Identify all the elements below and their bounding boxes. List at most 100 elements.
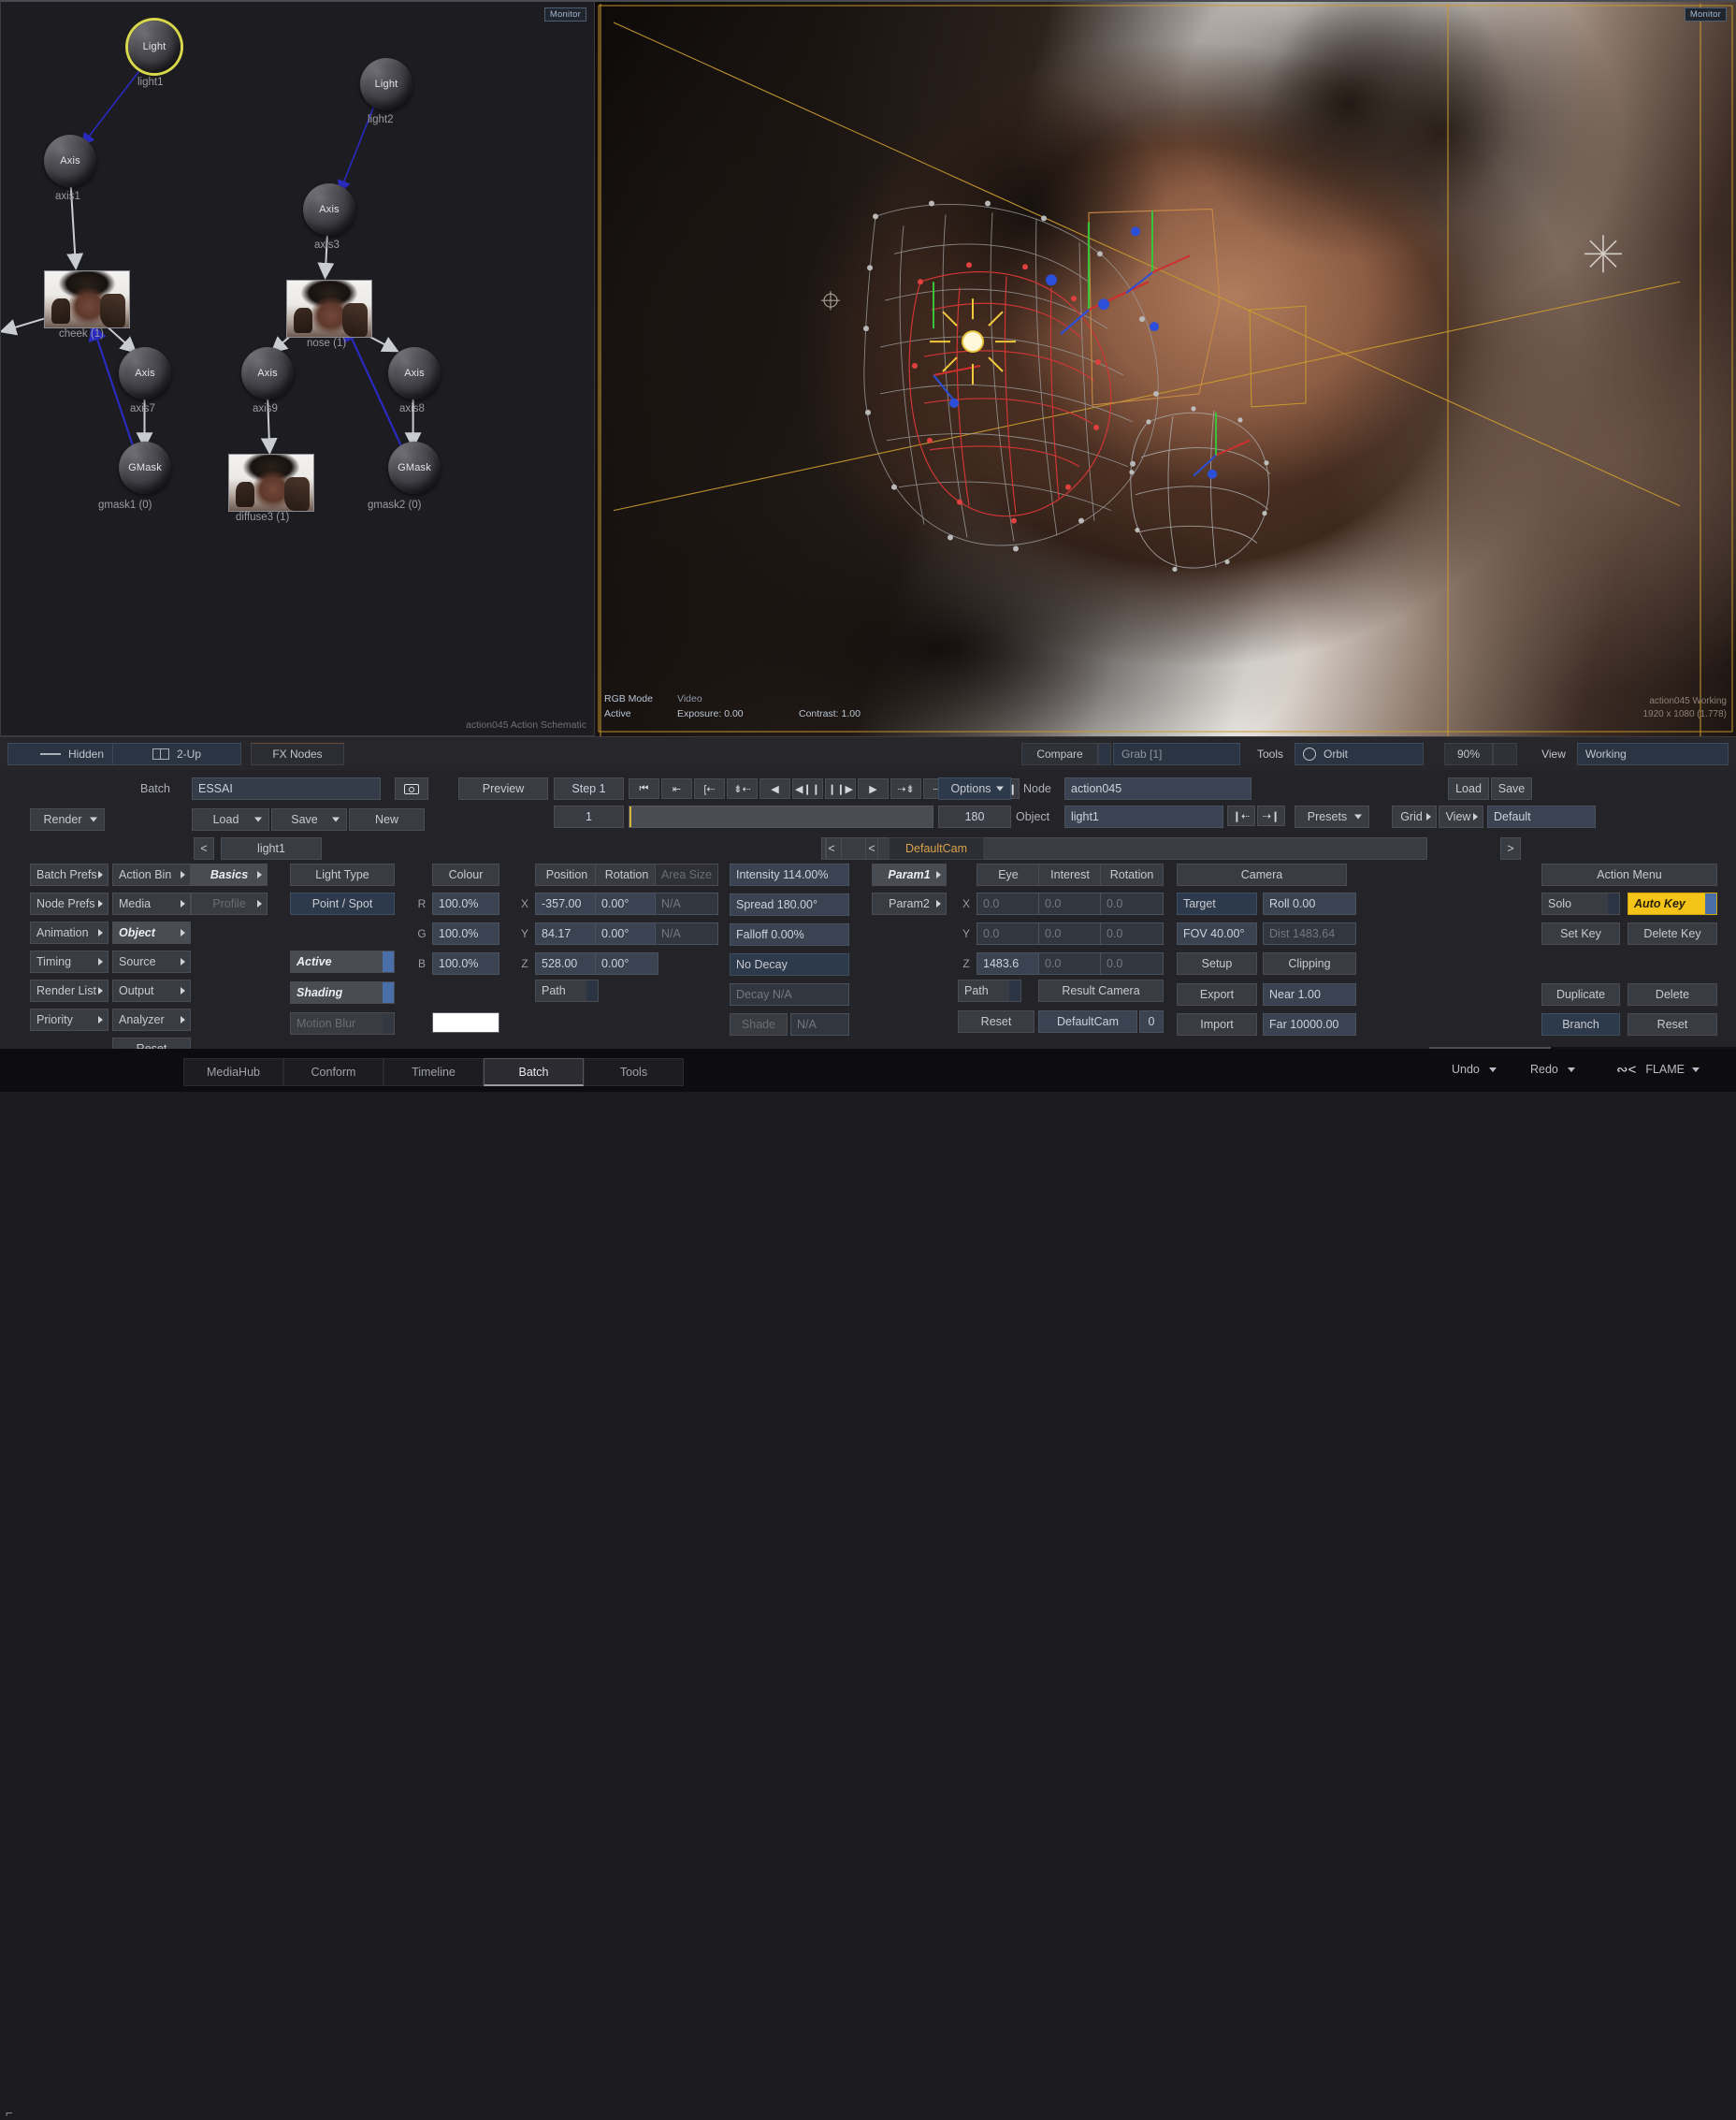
tab-media[interactable]: Media [112, 893, 191, 915]
camera-eye-y[interactable]: 0.0 [976, 922, 1040, 945]
light-position-z[interactable]: 528.00 [535, 952, 599, 975]
prev-object-arrow[interactable]: < [194, 837, 214, 860]
tab-render-list[interactable]: Render List [30, 980, 108, 1002]
light-rotation-x[interactable]: 0.00° [595, 893, 658, 915]
target-button[interactable]: Target [1177, 893, 1257, 915]
tab-analyzer[interactable]: Analyzer [112, 1009, 191, 1031]
snapshot-button[interactable] [395, 777, 428, 800]
auto-key-switch[interactable] [1705, 893, 1716, 914]
defaultcam-field[interactable]: DefaultCam [1038, 1010, 1137, 1033]
camera-next-button[interactable]: > [1500, 837, 1521, 860]
result-camera-button[interactable]: Result Camera [1038, 980, 1164, 1002]
module-tab-mediahub[interactable]: MediaHub [183, 1058, 283, 1086]
defaultcam-tab[interactable]: DefaultCam [889, 837, 984, 860]
motion-blur-toggle[interactable]: Motion Blur [290, 1012, 395, 1035]
camera-interest-x[interactable]: 0.0 [1038, 893, 1102, 915]
transport-button-6[interactable]: ❙❙▶ [825, 778, 856, 799]
solo-toggle[interactable]: Solo [1541, 893, 1620, 915]
tab-node-prefs[interactable]: Node Prefs [30, 893, 108, 915]
timeline-scrubber[interactable] [629, 806, 933, 828]
branch-button[interactable]: Branch [1541, 1013, 1620, 1036]
auto-key-toggle[interactable]: Auto Key [1628, 893, 1717, 915]
export-button[interactable]: Export [1177, 983, 1257, 1006]
colour-channel-field-R[interactable]: 100.0% [432, 893, 499, 915]
colour-channel-field-B[interactable]: 100.0% [432, 952, 499, 975]
node-axis1[interactable]: Axis axis1 [44, 135, 96, 187]
schematic-monitor-badge[interactable]: Monitor [544, 7, 586, 22]
camera-eye-z[interactable]: 1483.6 [976, 952, 1040, 975]
light-type-value[interactable]: Point / Spot [290, 893, 395, 915]
two-up-button[interactable]: 2-Up [112, 743, 241, 765]
colour-channel-field-G[interactable]: 100.0% [432, 922, 499, 945]
zoom-dropdown[interactable] [1493, 743, 1517, 765]
transport-options-button[interactable]: Options [938, 777, 1011, 800]
spread-field[interactable]: Spread 180.00° [730, 893, 849, 916]
intensity-field[interactable]: Intensity 114.00% [730, 864, 849, 886]
orbit-tool-button[interactable]: Orbit [1295, 743, 1424, 765]
zoom-field[interactable]: 90% [1444, 743, 1493, 765]
object-name-field[interactable]: light1 [1064, 806, 1223, 828]
transport-button-4[interactable]: ◀ [760, 778, 790, 799]
transport-button-1[interactable]: ⇤ [661, 778, 692, 799]
camera-eye-x[interactable]: 0.0 [976, 893, 1040, 915]
shading-switch[interactable] [383, 982, 394, 1003]
view-menu-button[interactable]: View [1439, 806, 1483, 828]
tab-timing[interactable]: Timing [30, 951, 108, 973]
far-field[interactable]: Far 10000.00 [1263, 1013, 1356, 1036]
colour-swatch[interactable] [432, 1012, 499, 1033]
near-field[interactable]: Near 1.00 [1263, 983, 1356, 1006]
camera-interest-z[interactable]: 0.0 [1038, 952, 1102, 975]
node-light2[interactable]: Light light2 [360, 58, 412, 110]
clipping-button[interactable]: Clipping [1263, 952, 1356, 975]
node-save-button[interactable]: Save [1491, 777, 1532, 800]
motion-blur-switch[interactable] [383, 1013, 394, 1034]
module-tab-tools[interactable]: Tools [584, 1058, 684, 1086]
preview-button[interactable]: Preview [458, 777, 548, 800]
delete-key-button[interactable]: Delete Key [1628, 922, 1717, 945]
tab-profile[interactable]: Profile [191, 893, 268, 915]
object-next-button[interactable]: ⇢❙ [1257, 806, 1285, 826]
tab-param1[interactable]: Param1 [872, 864, 947, 886]
light-path-toggle[interactable]: Path [535, 980, 599, 1002]
tab-param2[interactable]: Param2 [872, 893, 947, 915]
node-light1[interactable]: Light light1 [128, 21, 181, 73]
node-gmask1[interactable]: GMask gmask1 (0) [119, 442, 171, 494]
render-button[interactable]: Render [30, 808, 105, 831]
app-menu-button[interactable]: ∾< FLAME [1616, 1058, 1700, 1081]
tab-animation[interactable]: Animation [30, 922, 108, 944]
left-expand-icon[interactable]: ⌐ [6, 2106, 13, 2120]
light-rotation-y[interactable]: 0.00° [595, 922, 658, 945]
tab-basics[interactable]: Basics [191, 864, 268, 886]
falloff-field[interactable]: Falloff 0.00% [730, 923, 849, 946]
node-axis8[interactable]: Axis axis8 [388, 347, 441, 399]
node-cheek[interactable]: cheek (1) [44, 270, 130, 328]
node-name-field[interactable]: action045 [1064, 777, 1251, 800]
camera-rotation-z[interactable]: 0.0 [1100, 952, 1164, 975]
light-path-switch[interactable] [586, 980, 598, 1001]
view-value-field[interactable]: Working [1577, 743, 1729, 765]
transport-button-7[interactable]: ▶ [858, 778, 889, 799]
tab-priority[interactable]: Priority [30, 1009, 108, 1031]
camera-interest-y[interactable]: 0.0 [1038, 922, 1102, 945]
load-button[interactable]: Load [192, 808, 269, 831]
light-position-y[interactable]: 84.17 [535, 922, 599, 945]
undo-button[interactable]: Undo [1452, 1058, 1497, 1081]
image-viewport[interactable]: Monitor RGB Mode Active Video Exposure: … [595, 0, 1736, 736]
redo-button[interactable]: Redo [1530, 1058, 1575, 1081]
presets-button[interactable]: Presets [1295, 806, 1369, 828]
node-load-button[interactable]: Load [1448, 777, 1489, 800]
camera-rotation-y[interactable]: 0.0 [1100, 922, 1164, 945]
node-diffuse3[interactable]: diffuse3 (1) [228, 454, 314, 512]
grid-button[interactable]: Grid [1392, 806, 1437, 828]
default-preset-field[interactable]: Default [1487, 806, 1596, 828]
transport-button-0[interactable]: ⏮ [629, 778, 659, 799]
transport-button-8[interactable]: ⇢⇟ [890, 778, 921, 799]
tab-action-bin[interactable]: Action Bin [112, 864, 191, 886]
action-schematic-panel[interactable]: Monitor Light light1 Light light2 Axis a… [0, 0, 595, 736]
transport-button-5[interactable]: ◀❙❙ [792, 778, 823, 799]
current-object-tab[interactable]: light1 [221, 837, 322, 860]
node-axis9[interactable]: Axis axis9 [241, 347, 294, 399]
batch-name-input[interactable]: ESSAI [192, 777, 381, 800]
delete-button[interactable]: Delete [1628, 983, 1717, 1006]
step-field[interactable]: Step 1 [554, 777, 624, 800]
